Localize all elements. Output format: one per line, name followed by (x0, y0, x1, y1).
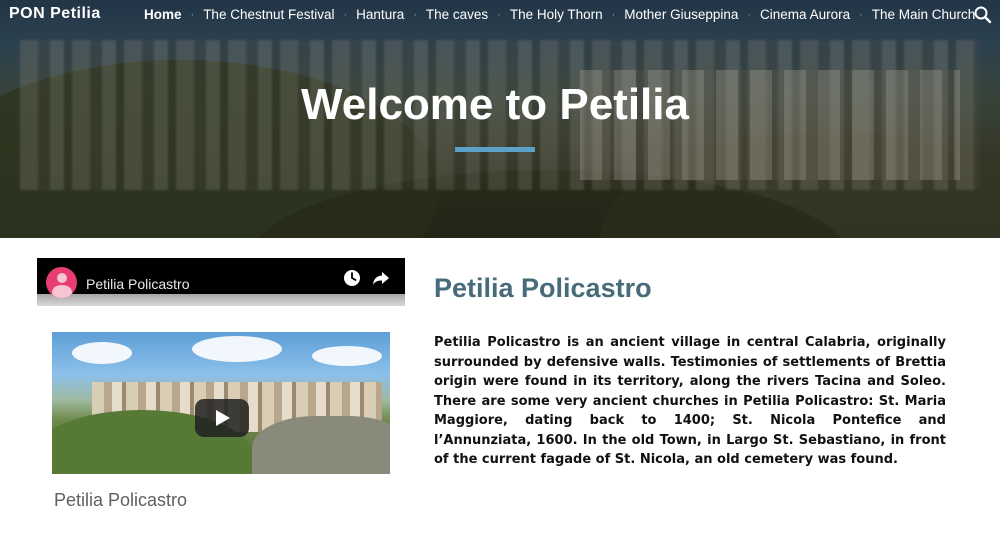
nav-item-home[interactable]: Home (144, 7, 182, 22)
hero-banner: PON Petilia Home · The Chestnut Festival… (0, 0, 1000, 238)
video-embed[interactable]: Petilia Policastro Petilia Policastro (37, 258, 405, 510)
nav-item-hantura[interactable]: Hantura (356, 7, 404, 22)
hero-title: Welcome to Petilia (301, 80, 689, 129)
thumbnail-cloud (72, 342, 132, 364)
video-card: Petilia Policastro (37, 294, 405, 510)
thumbnail-cloud (192, 336, 282, 362)
nav-item-chestnut-festival[interactable]: The Chestnut Festival (203, 7, 334, 22)
section-body: Petilia Policastro is an ancient village… (434, 335, 946, 467)
nav-separator: · (190, 8, 195, 21)
nav-item-holy-thorn[interactable]: The Holy Thorn (510, 7, 603, 22)
share-icon[interactable] (371, 268, 391, 288)
nav-separator: · (859, 8, 863, 21)
top-navbar: PON Petilia Home · The Chestnut Festival… (0, 0, 1000, 30)
hero-title-underline (455, 147, 535, 152)
nav-item-caves[interactable]: The caves (426, 7, 488, 22)
search-icon[interactable] (973, 5, 993, 25)
nav-separator: · (497, 8, 501, 21)
nav-separator: · (611, 8, 616, 21)
play-icon[interactable] (195, 399, 249, 437)
watch-later-icon[interactable] (342, 268, 362, 288)
main-nav: Home · The Chestnut Festival · Hantura ·… (144, 7, 975, 22)
section-title: Petilia Policastro (434, 273, 652, 303)
nav-separator: · (413, 8, 417, 21)
thumbnail-cloud (312, 346, 382, 366)
channel-avatar[interactable] (46, 267, 77, 298)
site-logo[interactable]: PON Petilia (9, 5, 101, 23)
video-caption: Petilia Policastro (54, 490, 188, 510)
avatar-head (57, 273, 67, 283)
nav-item-main-church[interactable]: The Main Church (872, 7, 976, 22)
video-title[interactable]: Petilia Policastro (86, 276, 190, 292)
nav-separator: · (747, 8, 752, 21)
thumbnail-rock (252, 416, 390, 474)
nav-item-cinema-aurora[interactable]: Cinema Aurora (760, 7, 850, 22)
nav-separator: · (343, 8, 348, 21)
nav-item-mother-giuseppina[interactable]: Mother Giuseppina (624, 7, 738, 22)
avatar-body (52, 285, 72, 298)
